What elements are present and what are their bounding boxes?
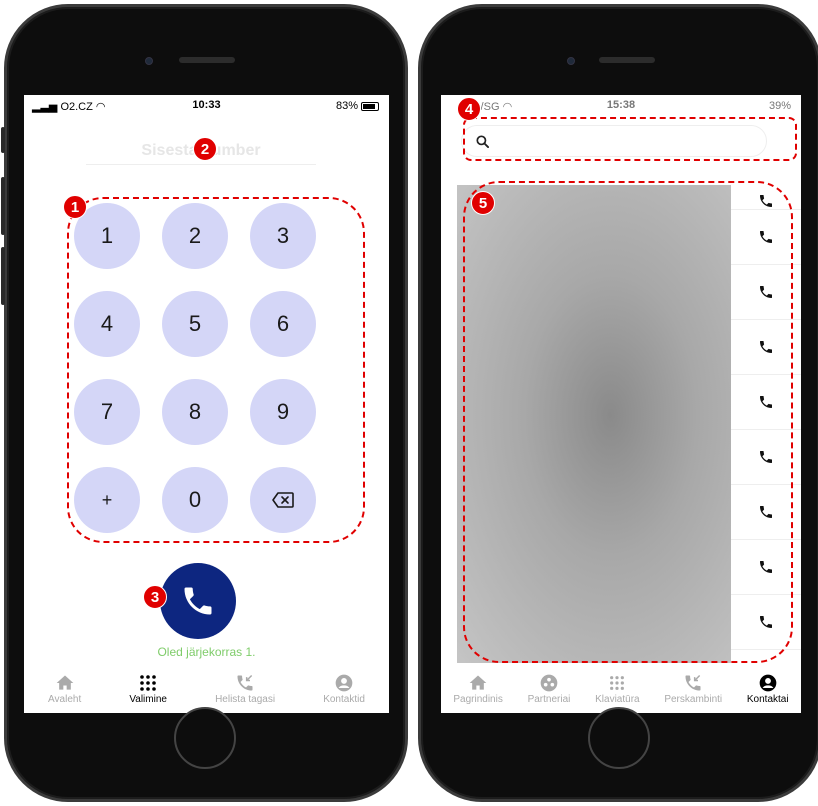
callout-badge-2: 2 (193, 137, 217, 161)
tab-dialer[interactable]: Valimine (129, 672, 167, 705)
home-icon (55, 672, 75, 694)
callout-badge-1: 1 (63, 195, 87, 219)
mute-switch (1, 127, 5, 153)
earpiece-speaker (179, 57, 235, 63)
tab-contacts-label: Kontaktai (746, 693, 789, 705)
search-highlight (463, 117, 797, 161)
front-camera (145, 57, 153, 65)
tab-keypad-label: Klaviatūra (595, 693, 640, 705)
tab-contacts-label: Kontaktid (323, 693, 365, 705)
tab-home[interactable]: Pagrindinis (453, 672, 503, 705)
queue-status: Oled järjekorras 1. (157, 645, 256, 659)
phone-right: Cnc/SG ◠ 15:38 39% (418, 4, 818, 802)
dialpad-icon (609, 672, 625, 694)
battery-indicator: 39% (768, 100, 791, 112)
callout-badge-5: 5 (471, 191, 495, 215)
partners-icon (539, 672, 559, 694)
status-time: 15:38 (606, 99, 636, 111)
contacts-icon (334, 672, 354, 694)
call-button[interactable] (160, 563, 236, 639)
volume-down-button (1, 247, 5, 305)
tab-contacts[interactable]: Kontaktid (323, 672, 365, 705)
tab-callback-label: Perskambinti (664, 693, 723, 705)
bottom-tab-bar: Pagrindinis Partneriai Klaviatūra Perska… (441, 663, 801, 713)
tab-contacts[interactable]: Kontaktai (747, 672, 789, 705)
callout-badge-4: 4 (457, 97, 481, 121)
tab-home[interactable]: Avaleht (48, 672, 81, 705)
contact-list-highlight (463, 181, 793, 663)
tab-callback[interactable]: Perskambinti (664, 672, 722, 705)
battery-icon (361, 101, 379, 111)
tab-home-label: Avaleht (48, 693, 82, 705)
home-button[interactable] (588, 707, 650, 769)
home-button[interactable] (174, 707, 236, 769)
callback-icon (683, 672, 703, 694)
tab-dialer-label: Valimine (129, 693, 167, 705)
status-time: 10:33 (192, 99, 221, 111)
tab-keypad[interactable]: Klaviatūra (595, 672, 640, 705)
keypad-highlight (67, 197, 365, 543)
battery-indicator: 83% (336, 100, 379, 112)
tab-partners-label: Partneriai (527, 693, 571, 705)
tab-partners[interactable]: Partneriai (527, 672, 571, 705)
contacts-icon (758, 672, 778, 694)
phone-left: ▂▃▅ O2.CZ ◠ 10:33 83% 1 2 3 4 5 6 7 8 9 … (1, 4, 408, 802)
tab-callback-label: Helista tagasi (215, 693, 276, 705)
front-camera (567, 57, 575, 65)
callout-badge-3: 3 (143, 585, 167, 609)
callback-icon (235, 672, 255, 694)
volume-up-button (1, 177, 5, 235)
comparison-stage: ▂▃▅ O2.CZ ◠ 10:33 83% 1 2 3 4 5 6 7 8 9 … (0, 0, 818, 806)
dialpad-icon (139, 672, 157, 694)
status-bar: Cnc/SG ◠ 15:38 39% (441, 95, 801, 117)
bottom-tab-bar: Avaleht Valimine Helista tagasi Kontakti… (24, 663, 389, 713)
status-bar: ▂▃▅ O2.CZ ◠ 10:33 83% (24, 95, 389, 117)
home-icon (468, 672, 488, 694)
earpiece-speaker (599, 57, 655, 63)
phone-handset-icon (184, 587, 212, 615)
tab-callback[interactable]: Helista tagasi (215, 672, 275, 705)
tab-home-label: Pagrindinis (453, 693, 503, 705)
